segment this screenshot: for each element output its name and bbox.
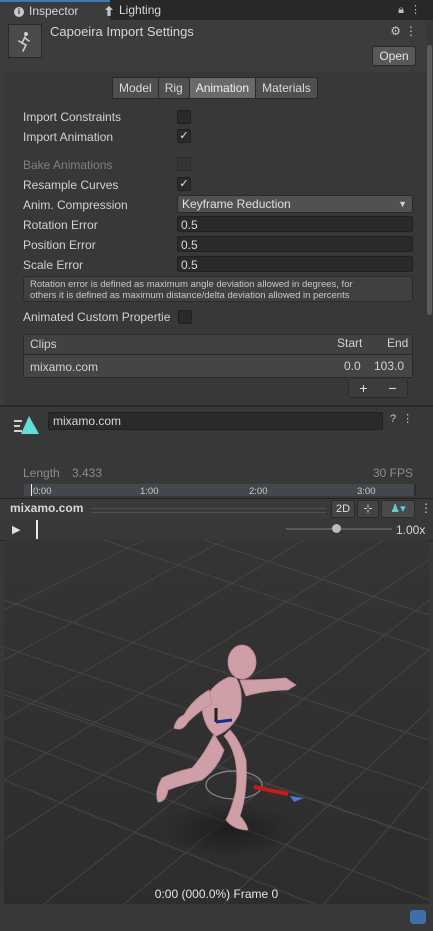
- clips-header-end: End: [387, 336, 409, 350]
- 2d-toggle-button[interactable]: 2D: [331, 500, 355, 518]
- open-button[interactable]: Open: [372, 46, 416, 66]
- clip-list-controls: + −: [348, 379, 408, 398]
- animation-asset-icon: [8, 24, 42, 58]
- rotation-error-label: Rotation Error: [23, 218, 98, 232]
- animated-custom-label: Animated Custom Propertie: [23, 310, 171, 324]
- anim-compression-dropdown[interactable]: Keyframe Reduction ▼: [177, 195, 413, 213]
- clip-start: 0.0: [344, 359, 361, 373]
- lighting-icon: [105, 5, 113, 16]
- tick-label: 0:00: [33, 486, 52, 497]
- anim-compression-value: Keyframe Reduction: [182, 197, 291, 211]
- avatar-preview-icon[interactable]: ♟︎▾: [381, 500, 415, 518]
- section-divider: [0, 405, 433, 407]
- add-clip-button[interactable]: +: [359, 380, 367, 396]
- tab-rig[interactable]: Rig: [157, 77, 190, 99]
- play-icon[interactable]: ▶: [12, 523, 20, 536]
- kebab-menu-icon[interactable]: ⋮: [410, 4, 427, 16]
- chevron-down-icon: ▼: [398, 199, 407, 209]
- import-constraints-checkbox[interactable]: [177, 110, 191, 124]
- clips-table: Clips Start End mixamo.com 0.0 103.0: [23, 334, 413, 378]
- scale-error-label: Scale Error: [23, 258, 84, 272]
- clip-name-input[interactable]: mixamo.com: [48, 412, 383, 430]
- tab-materials[interactable]: Materials: [255, 77, 318, 99]
- timeline-range[interactable]: [24, 484, 414, 496]
- tab-inspector[interactable]: i Inspector: [0, 0, 110, 20]
- window-controls: 🔒︎⋮: [398, 3, 427, 17]
- clip-end: 103.0: [374, 359, 405, 373]
- tab-animation[interactable]: Animation: [188, 77, 257, 99]
- import-animation-checkbox[interactable]: ✓: [177, 129, 191, 143]
- header-icons: ⚙︎⋮: [390, 24, 421, 38]
- position-error-field[interactable]: 0.5: [177, 236, 413, 252]
- frame-readout: 0:00 (000.0%) Frame 0: [154, 887, 279, 901]
- length-label: Length: [23, 466, 60, 480]
- clips-header: Clips Start End: [24, 335, 412, 355]
- table-row[interactable]: mixamo.com 0.0 103.0: [24, 355, 412, 377]
- preview-title: mixamo.com: [10, 501, 84, 515]
- page-title: Capoeira Import Settings: [50, 24, 194, 39]
- bake-animations-label: Bake Animations: [23, 158, 113, 172]
- length-value: 3.433: [72, 466, 103, 480]
- import-constraints-label: Import Constraints: [23, 110, 122, 124]
- asset-labels-icon[interactable]: [410, 910, 426, 924]
- timeline-start-marker[interactable]: [31, 484, 32, 496]
- clips-header-start: Start: [337, 336, 363, 350]
- scrollbar-thumb[interactable]: [427, 45, 432, 315]
- kebab-icon[interactable]: ⋮: [420, 501, 432, 515]
- tick-label: 2:00: [249, 486, 268, 497]
- help-text-line-2: others it is defined as maximum distance…: [30, 290, 350, 301]
- position-error-label: Position Error: [23, 238, 96, 252]
- lock-icon[interactable]: 🔒︎: [398, 4, 410, 16]
- anim-compression-label: Anim. Compression: [23, 198, 128, 212]
- tick-label: 1:00: [140, 486, 159, 497]
- clip-header-icons: ?⋮: [390, 412, 419, 425]
- tab-lighting[interactable]: Lighting: [105, 0, 185, 20]
- playback-bar: [0, 519, 433, 541]
- help-icon[interactable]: ?: [390, 413, 402, 425]
- kebab-icon[interactable]: ⋮: [405, 24, 421, 38]
- playback-speed: 1.00x: [396, 523, 426, 537]
- kebab-icon[interactable]: ⋮: [402, 413, 419, 425]
- bottom-status-bar: [4, 904, 429, 931]
- help-text-line-1: Rotation error is defined as maximum ang…: [30, 279, 353, 290]
- preview-drag-handle[interactable]: [92, 508, 326, 513]
- import-animation-label: Import Animation: [23, 130, 114, 144]
- tick-label: 3:00: [357, 486, 376, 497]
- tab-model[interactable]: Model: [112, 77, 159, 99]
- clip-name: mixamo.com: [30, 360, 99, 374]
- resample-curves-label: Resample Curves: [23, 178, 119, 192]
- help-box: Rotation error is defined as maximum ang…: [23, 276, 413, 302]
- tab-lighting-label: Lighting: [119, 3, 162, 17]
- remove-clip-button[interactable]: −: [388, 380, 396, 396]
- resample-curves-checkbox[interactable]: ✓: [177, 177, 191, 191]
- left-gutter: [0, 20, 4, 405]
- scale-error-field[interactable]: 0.5: [177, 256, 413, 272]
- animated-custom-checkbox[interactable]: [178, 310, 192, 324]
- bake-animations-checkbox: [177, 157, 191, 171]
- sliders-icon[interactable]: ⚙︎: [390, 24, 405, 38]
- fps-label: 30 FPS: [373, 466, 414, 480]
- animation-preview-viewport[interactable]: [4, 540, 429, 904]
- clips-header-name: Clips: [30, 337, 57, 351]
- info-icon: i: [14, 6, 24, 17]
- pivot-icon[interactable]: ⊹: [357, 500, 379, 518]
- speed-slider-knob[interactable]: [332, 524, 341, 533]
- tab-inspector-label: Inspector: [29, 4, 79, 18]
- rotation-error-field[interactable]: 0.5: [177, 216, 413, 232]
- animation-clip-icon: [13, 414, 41, 441]
- import-tabs: Model Rig Animation Materials: [112, 77, 318, 99]
- playback-cursor[interactable]: [36, 520, 38, 539]
